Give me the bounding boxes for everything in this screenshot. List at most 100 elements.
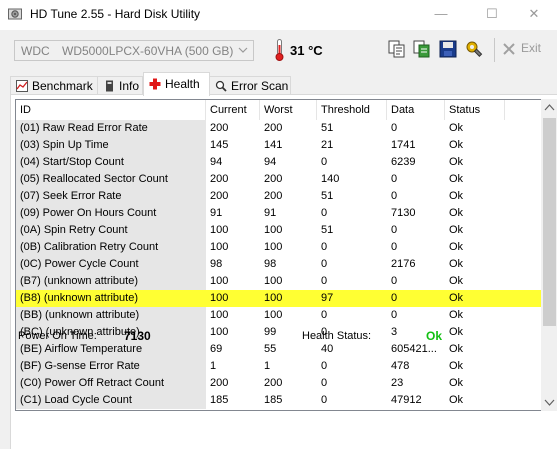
cell-data: 1741 — [391, 139, 416, 151]
cell-worst: 98 — [264, 258, 277, 270]
cell-data: 478 — [391, 360, 410, 372]
cell-threshold: 0 — [321, 241, 328, 253]
col-header-worst[interactable]: Worst — [260, 100, 317, 120]
cell-current: 91 — [210, 207, 223, 219]
cell-threshold: 0 — [321, 275, 328, 287]
tab-info[interactable]: Info — [97, 76, 143, 95]
table-row[interactable]: (07) Seek Error Rate 200 200 51 0 Ok — [16, 188, 542, 205]
health-panel: ID Current Worst Threshold Data Status (… — [10, 94, 557, 449]
cell-current: 1 — [210, 360, 217, 372]
cell-worst: 200 — [264, 190, 283, 202]
table-row[interactable]: (C1) Load Cycle Count 185 185 0 47912 Ok — [16, 392, 542, 409]
cell-worst: 100 — [264, 224, 283, 236]
cell-current: 94 — [210, 156, 223, 168]
cell-id: (B8) (unknown attribute) — [16, 290, 206, 307]
options-wrench-icon[interactable] — [464, 39, 484, 59]
cell-threshold: 51 — [321, 122, 334, 134]
cell-worst: 100 — [264, 275, 283, 287]
title-bar: HD Tune 2.55 - Hard Disk Utility — ☐ ✕ — [0, 0, 557, 30]
cell-id: (BB) (unknown attribute) — [16, 307, 206, 324]
drive-select[interactable]: WDC WD5000LPCX-60VHA (500 GB) — [14, 40, 254, 61]
cell-data: 0 — [391, 309, 398, 321]
table-row[interactable]: (03) Spin Up Time 145 141 21 1741 Ok — [16, 137, 542, 154]
save-icon[interactable] — [438, 39, 458, 59]
cell-data: 0 — [391, 275, 398, 287]
cell-id: (0B) Calibration Retry Count — [16, 239, 206, 256]
cell-data: 0 — [391, 122, 398, 134]
table-row[interactable]: (04) Start/Stop Count 94 94 0 6239 Ok — [16, 154, 542, 171]
cell-status: Ok — [449, 190, 464, 202]
col-header-id[interactable]: ID — [16, 100, 206, 120]
cell-worst: 185 — [264, 394, 283, 406]
table-row[interactable]: (BB) (unknown attribute) 100 100 0 0 Ok — [16, 307, 542, 324]
cell-worst: 200 — [264, 122, 283, 134]
table-row[interactable]: (0A) Spin Retry Count 100 100 51 0 Ok — [16, 222, 542, 239]
cell-status: Ok — [449, 224, 464, 236]
table-row[interactable]: (09) Power On Hours Count 91 91 0 7130 Ok — [16, 205, 542, 222]
vertical-scrollbar[interactable] — [541, 99, 557, 411]
tab-benchmark[interactable]: Benchmark — [10, 76, 98, 95]
cell-id: (04) Start/Stop Count — [16, 154, 206, 171]
table-row[interactable]: (BF) G-sense Error Rate 1 1 0 478 Ok — [16, 358, 542, 375]
exit-icon — [503, 43, 515, 55]
col-header-threshold[interactable]: Threshold — [317, 100, 387, 120]
cell-worst: 1 — [264, 360, 271, 372]
drive-model: WD5000LPCX-60VHA (500 GB) — [62, 44, 234, 58]
cell-current: 100 — [210, 224, 229, 236]
maximize-button[interactable]: ☐ — [469, 0, 515, 30]
tab-health-label: Health — [165, 77, 200, 91]
table-row[interactable]: (B7) (unknown attribute) 100 100 0 0 Ok — [16, 273, 542, 290]
cell-id: (05) Reallocated Sector Count — [16, 171, 206, 188]
info-icon — [106, 80, 113, 92]
scroll-thumb[interactable] — [543, 118, 556, 326]
cell-worst: 100 — [264, 241, 283, 253]
health-status-value: Ok — [426, 329, 443, 343]
cell-status: Ok — [449, 173, 464, 185]
cell-id: (01) Raw Read Error Rate — [16, 120, 206, 137]
cell-threshold: 0 — [321, 309, 328, 321]
scroll-down-icon[interactable] — [541, 394, 557, 411]
cell-threshold: 0 — [321, 156, 328, 168]
minimize-button[interactable]: — — [418, 0, 464, 30]
col-header-status[interactable]: Status — [445, 100, 505, 120]
scroll-up-icon[interactable] — [541, 99, 557, 116]
table-row[interactable]: (05) Reallocated Sector Count 200 200 140 0 O… — [16, 171, 542, 188]
tab-error-scan[interactable]: Error Scan — [209, 76, 291, 95]
copy-all-icon[interactable] — [412, 39, 432, 59]
tab-health[interactable]: Health — [143, 72, 210, 96]
tab-error-scan-label: Error Scan — [231, 79, 289, 93]
cell-current: 100 — [210, 241, 229, 253]
table-row[interactable]: (0C) Power Cycle Count 98 98 0 2176 Ok — [16, 256, 542, 273]
col-header-current[interactable]: Current — [206, 100, 260, 120]
chevron-down-icon — [238, 47, 248, 53]
cell-worst: 200 — [264, 377, 283, 389]
cell-status: Ok — [449, 394, 464, 406]
table-row[interactable]: (0B) Calibration Retry Count 100 100 0 0 Ok — [16, 239, 542, 256]
cell-data: 47912 — [391, 394, 422, 406]
smart-table[interactable]: ID Current Worst Threshold Data Status (… — [15, 99, 543, 411]
cell-id: (C1) Load Cycle Count — [16, 392, 206, 409]
cell-status: Ok — [449, 309, 464, 321]
table-header: ID Current Worst Threshold Data Status — [16, 100, 542, 120]
window-title: HD Tune 2.55 - Hard Disk Utility — [30, 7, 201, 21]
cell-id: (09) Power On Hours Count — [16, 205, 206, 222]
close-button[interactable]: ✕ — [511, 0, 557, 30]
table-row[interactable]: (B8) (unknown attribute) 100 100 97 0 Ok — [16, 290, 542, 307]
cell-threshold: 140 — [321, 173, 340, 185]
table-row[interactable]: (C0) Power Off Retract Count 200 200 0 23 Ok — [16, 375, 542, 392]
app-disk-icon — [8, 8, 22, 20]
cell-status: Ok — [449, 241, 464, 253]
cell-current: 100 — [210, 309, 229, 321]
cell-threshold: 0 — [321, 360, 328, 372]
cell-worst: 100 — [264, 309, 283, 321]
copy-info-icon[interactable] — [387, 39, 407, 59]
power-on-time-label: Power On Time: — [18, 330, 97, 342]
table-row[interactable]: (01) Raw Read Error Rate 200 200 51 0 Ok — [16, 120, 542, 137]
cell-status: Ok — [449, 156, 464, 168]
cell-status: Ok — [449, 122, 464, 134]
cell-threshold: 21 — [321, 139, 334, 151]
hdtune-window: HD Tune 2.55 - Hard Disk Utility — ☐ ✕ W… — [0, 0, 557, 449]
cell-current: 100 — [210, 292, 229, 304]
cell-id: (C0) Power Off Retract Count — [16, 375, 206, 392]
col-header-data[interactable]: Data — [387, 100, 445, 120]
